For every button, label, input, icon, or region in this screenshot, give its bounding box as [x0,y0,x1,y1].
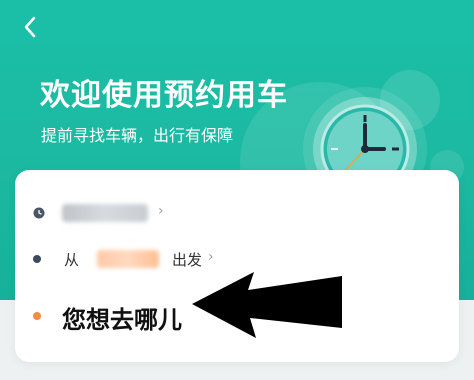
origin-dot-icon [33,255,41,263]
destination-dot-icon [33,312,41,320]
clock-small-icon [33,207,45,219]
origin-prefix: 从 [64,251,80,269]
destination-input[interactable]: 您想去哪儿 [62,300,182,335]
departure-time-row[interactable]: › [15,198,459,228]
back-button[interactable] [18,12,42,42]
origin-suffix: 出发 [172,251,203,269]
origin-dot-wrap [33,255,41,263]
page-title: 欢迎使用预约用车 [40,78,288,113]
time-icon-wrap [33,207,45,219]
chevron-right-icon: › [208,249,214,265]
pointer-arrow-annotation [192,272,342,338]
chevron-right-icon: › [158,203,164,219]
destination-dot-wrap [33,312,41,320]
chevron-left-icon [24,16,36,38]
blurred-time-value [62,204,148,222]
blurred-origin-place [97,250,159,268]
page-subtitle: 提前寻找车辆，出行有保障 [41,126,234,145]
